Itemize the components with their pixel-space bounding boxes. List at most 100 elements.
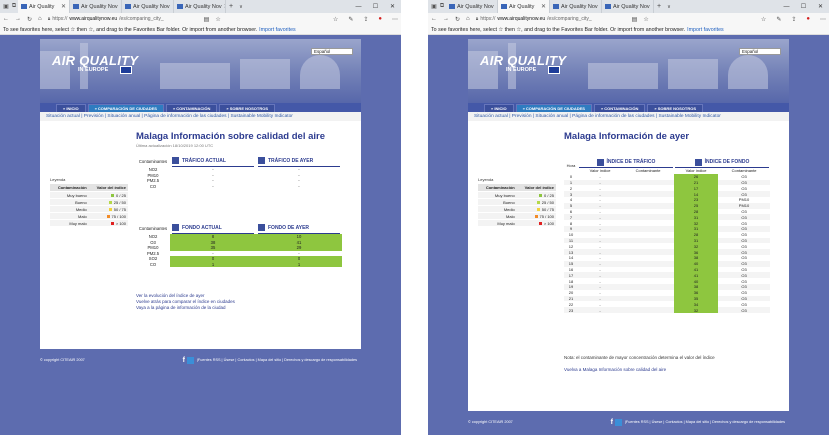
- nav-home[interactable]: » INICIO: [56, 104, 86, 112]
- sub-nav[interactable]: Situación actual | Previsión | Situación…: [468, 112, 789, 121]
- language-select[interactable]: Español: [311, 48, 353, 55]
- favorites-icon[interactable]: ☆: [333, 16, 338, 23]
- close-window-icon[interactable]: ✕: [384, 0, 401, 13]
- table-note: Nota: el contaminante de mayor concentra…: [564, 355, 715, 360]
- favorites-icon[interactable]: ☆: [761, 16, 766, 23]
- refresh-icon[interactable]: ↻: [27, 16, 32, 23]
- maximize-icon[interactable]: ☐: [367, 0, 384, 13]
- browser-tab[interactable]: Air Quality ✕: [18, 0, 70, 13]
- browser-tab[interactable]: Air Quality ✕: [498, 0, 550, 13]
- city-info-link[interactable]: Vaya a la página de información de la ci…: [136, 305, 235, 311]
- close-tab-icon[interactable]: ✕: [541, 3, 546, 10]
- eu-flag-icon: [548, 66, 560, 74]
- browser-tab[interactable]: Air Quality Nov: [446, 0, 498, 13]
- tab-actions-icon[interactable]: ▣: [2, 0, 10, 13]
- page-title: Malaga Información de ayer: [564, 131, 690, 142]
- extension-icon[interactable]: ●: [806, 16, 810, 22]
- favorite-star-icon[interactable]: ☆: [643, 16, 648, 23]
- more-icon[interactable]: ⋯: [392, 16, 398, 23]
- legend-row: Medio 50 / 75: [50, 205, 128, 213]
- home-icon[interactable]: ⌂: [38, 16, 42, 22]
- nav-about[interactable]: » SOBRE NOSOTROS: [219, 104, 275, 112]
- tab-actions-icon[interactable]: ▣: [430, 0, 438, 13]
- facebook-icon[interactable]: f: [183, 357, 185, 364]
- legend-row: Malo 75 / 100: [478, 212, 556, 220]
- site-favicon: [449, 4, 455, 9]
- legend-row: Bueno 25 / 50: [50, 198, 128, 206]
- twitter-icon[interactable]: [186, 356, 194, 364]
- more-icon[interactable]: ⋯: [820, 16, 826, 23]
- reading-view-icon[interactable]: ▤: [204, 16, 210, 23]
- site-favicon: [73, 4, 79, 9]
- content-panel: Malaga Información sobre calidad del air…: [40, 121, 361, 349]
- legend-row: Muy bueno 0 / 25: [50, 191, 128, 199]
- legend: Leyenda Contaminación Valor del índice Mu…: [478, 177, 556, 226]
- twitter-icon[interactable]: [614, 418, 622, 426]
- close-window-icon[interactable]: ✕: [812, 0, 829, 13]
- home-icon[interactable]: ⌂: [466, 16, 470, 22]
- content-panel: Malaga Información de ayer Leyenda Conta…: [468, 121, 789, 411]
- address-bar-row: ← → ↻ ⌂ 🔒︎ https://www.airqualitynow.eu/e…: [428, 13, 829, 25]
- url-field[interactable]: 🔒︎ https://www.airqualitynow.eu/es/compar…: [476, 15, 626, 23]
- import-favorites-link[interactable]: Import favorites: [259, 27, 296, 33]
- tab-aside-icon[interactable]: ⧉: [438, 0, 446, 13]
- nav-home[interactable]: » INICIO: [484, 104, 514, 112]
- nav-about[interactable]: » SOBRE NOSOTROS: [647, 104, 703, 112]
- refresh-icon[interactable]: ↻: [455, 16, 460, 23]
- reading-view-icon[interactable]: ▤: [632, 16, 638, 23]
- language-select[interactable]: Español: [739, 48, 781, 55]
- browser-tab[interactable]: Air Quality Nov: [70, 0, 122, 13]
- back-icon[interactable]: ←: [3, 16, 9, 22]
- browser-tab[interactable]: Air Quality Nov: [550, 0, 602, 13]
- url-field[interactable]: 🔒︎ https://www.airqualitynow.eu/es/compar…: [48, 15, 198, 23]
- nav-pollution[interactable]: » CONTAMINACIÓN: [165, 104, 218, 112]
- close-tab-icon[interactable]: ✕: [61, 3, 66, 10]
- lock-icon: 🔒︎: [47, 16, 51, 22]
- back-to-info-link[interactable]: Vuelva a Malaga Información sobre calida…: [564, 367, 666, 373]
- site-favicon: [21, 4, 27, 9]
- back-icon[interactable]: ←: [431, 16, 437, 22]
- site-banner: AIR QUALITY IN EUROPE Español: [468, 39, 789, 103]
- forward-icon[interactable]: →: [15, 16, 21, 22]
- nav-compare-cities[interactable]: » COMPARACIÓN DE CIUDADES: [515, 104, 592, 112]
- pen-icon[interactable]: ✎: [348, 16, 353, 23]
- site-logo-sub: IN EUROPE: [506, 67, 537, 73]
- minimize-icon[interactable]: —: [350, 0, 367, 13]
- browser-tab[interactable]: Air Quality Nov✕: [174, 0, 226, 13]
- site-favicon: [177, 4, 183, 9]
- table-row: CO 1 1: [136, 261, 342, 267]
- lock-icon: 🔒︎: [475, 16, 479, 22]
- tab-aside-icon[interactable]: ⧉: [10, 0, 18, 13]
- tab-bar: ▣ ⧉ Air Quality ✕ Air Quality Nov Air Qua…: [0, 0, 401, 13]
- chevron-down-icon[interactable]: ∨: [664, 0, 674, 13]
- new-tab-icon[interactable]: +: [226, 0, 236, 13]
- site-footer: © copyright CITEAIR 2007 f |Fuentes RSS |…: [468, 418, 785, 426]
- car-icon: [596, 158, 604, 166]
- legend-row: Muy malo > 100: [478, 219, 556, 226]
- nav-pollution[interactable]: » CONTAMINACIÓN: [593, 104, 646, 112]
- sub-nav[interactable]: Situación actual | Previsión | Situación…: [40, 112, 361, 121]
- web-page: AIR QUALITY IN EUROPE Español » INICIO »…: [0, 35, 401, 435]
- share-icon[interactable]: ⇪: [363, 16, 368, 23]
- maximize-icon[interactable]: ☐: [795, 0, 812, 13]
- nav-compare-cities[interactable]: » COMPARACIÓN DE CIUDADES: [87, 104, 164, 112]
- share-icon[interactable]: ⇪: [791, 16, 796, 23]
- main-nav: » INICIO » COMPARACIÓN DE CIUDADES » CON…: [468, 103, 789, 112]
- browser-tab[interactable]: Air Quality Nov: [122, 0, 174, 13]
- pen-icon[interactable]: ✎: [776, 16, 781, 23]
- import-favorites-link[interactable]: Import favorites: [687, 27, 724, 33]
- factory-icon: [694, 158, 702, 166]
- extension-icon[interactable]: ●: [378, 16, 382, 22]
- new-tab-icon[interactable]: +: [654, 0, 664, 13]
- chevron-down-icon[interactable]: ∨: [236, 0, 246, 13]
- favorites-bar: To see favorites here, select ☆ then ☆, …: [428, 25, 829, 35]
- favorite-star-icon[interactable]: ☆: [215, 16, 220, 23]
- minimize-icon[interactable]: —: [778, 0, 795, 13]
- traffic-table: Contaminantes TRÁFICO ACTUAL TRÁFICO DE …: [136, 155, 342, 189]
- facebook-icon[interactable]: f: [611, 419, 613, 426]
- main-nav: » INICIO » COMPARACIÓN DE CIUDADES » CON…: [40, 103, 361, 112]
- related-links: Ver la evolución del índice de ayer Vuel…: [136, 293, 235, 311]
- browser-tab[interactable]: Air Quality Nov: [602, 0, 654, 13]
- forward-icon[interactable]: →: [443, 16, 449, 22]
- site-favicon: [501, 4, 507, 9]
